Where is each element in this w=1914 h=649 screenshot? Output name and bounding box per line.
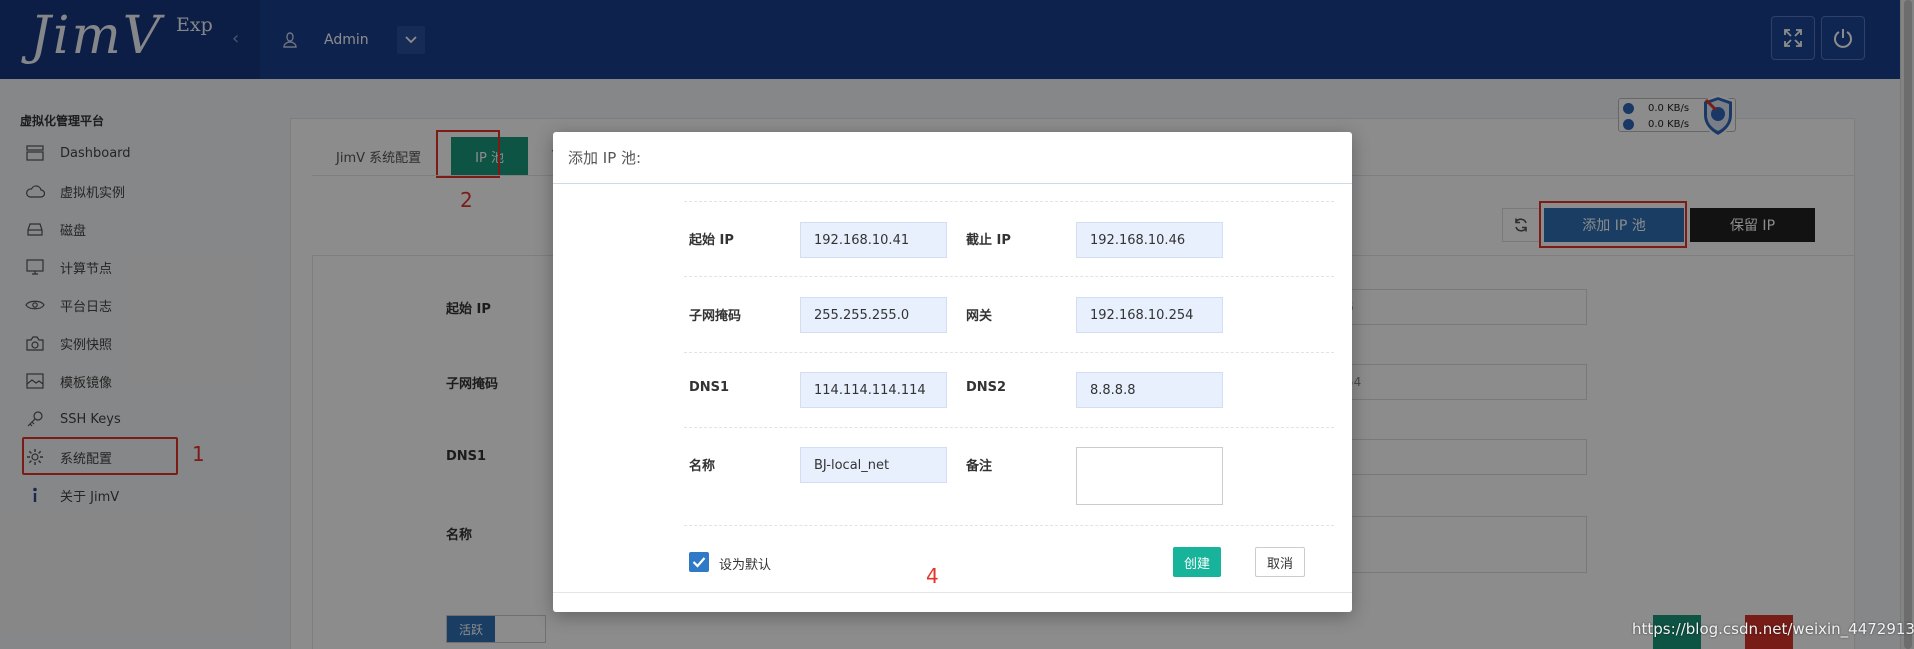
annotation-4: 4 xyxy=(926,564,939,588)
set-default-checkbox[interactable] xyxy=(689,552,709,572)
dns2-input[interactable]: 8.8.8.8 xyxy=(1076,372,1223,408)
dialog-footer-divider xyxy=(553,592,1352,593)
label-dns1: DNS1 xyxy=(689,380,730,395)
add-ip-pool-dialog: 添加 IP 池: 起始 IP 192.168.10.41 截止 IP 192.1… xyxy=(553,132,1352,612)
dns1-value: 114.114.114.114 xyxy=(814,382,926,398)
row-divider xyxy=(684,525,1334,526)
set-default-label[interactable]: 设为默认 xyxy=(719,554,771,573)
netmask-input[interactable]: 255.255.255.0 xyxy=(800,297,947,333)
gateway-input[interactable]: 192.168.10.254 xyxy=(1076,297,1223,333)
label-dns2: DNS2 xyxy=(966,380,1007,395)
label-gateway: 网关 xyxy=(966,309,993,324)
dns2-value: 8.8.8.8 xyxy=(1090,382,1136,398)
label-netmask: 子网掩码 xyxy=(689,309,742,324)
start-ip-input[interactable]: 192.168.10.41 xyxy=(800,222,947,258)
create-button[interactable]: 创建 xyxy=(1173,547,1221,577)
watermark: https://blog.csdn.net/weixin_44729138 xyxy=(1632,620,1914,638)
row-divider xyxy=(684,276,1334,277)
label-remark: 备注 xyxy=(966,459,993,474)
netmask-value: 255.255.255.0 xyxy=(814,307,910,323)
gateway-value: 192.168.10.254 xyxy=(1090,307,1194,323)
row-divider xyxy=(684,352,1334,353)
row-divider xyxy=(684,201,1334,202)
label-name: 名称 xyxy=(689,459,716,474)
label-start-ip: 起始 IP xyxy=(689,233,734,248)
label-end-ip: 截止 IP xyxy=(966,233,1011,248)
start-ip-value: 192.168.10.41 xyxy=(814,232,910,248)
cancel-button[interactable]: 取消 xyxy=(1255,547,1305,577)
check-icon xyxy=(692,557,706,568)
end-ip-value: 192.168.10.46 xyxy=(1090,232,1186,248)
row-divider xyxy=(684,427,1334,428)
dns1-input[interactable]: 114.114.114.114 xyxy=(800,372,947,408)
name-input[interactable]: BJ-local_net xyxy=(800,447,947,483)
dialog-title: 添加 IP 池: xyxy=(553,132,1352,184)
name-value: BJ-local_net xyxy=(814,457,890,473)
remark-textarea[interactable] xyxy=(1076,447,1223,505)
end-ip-input[interactable]: 192.168.10.46 xyxy=(1076,222,1223,258)
